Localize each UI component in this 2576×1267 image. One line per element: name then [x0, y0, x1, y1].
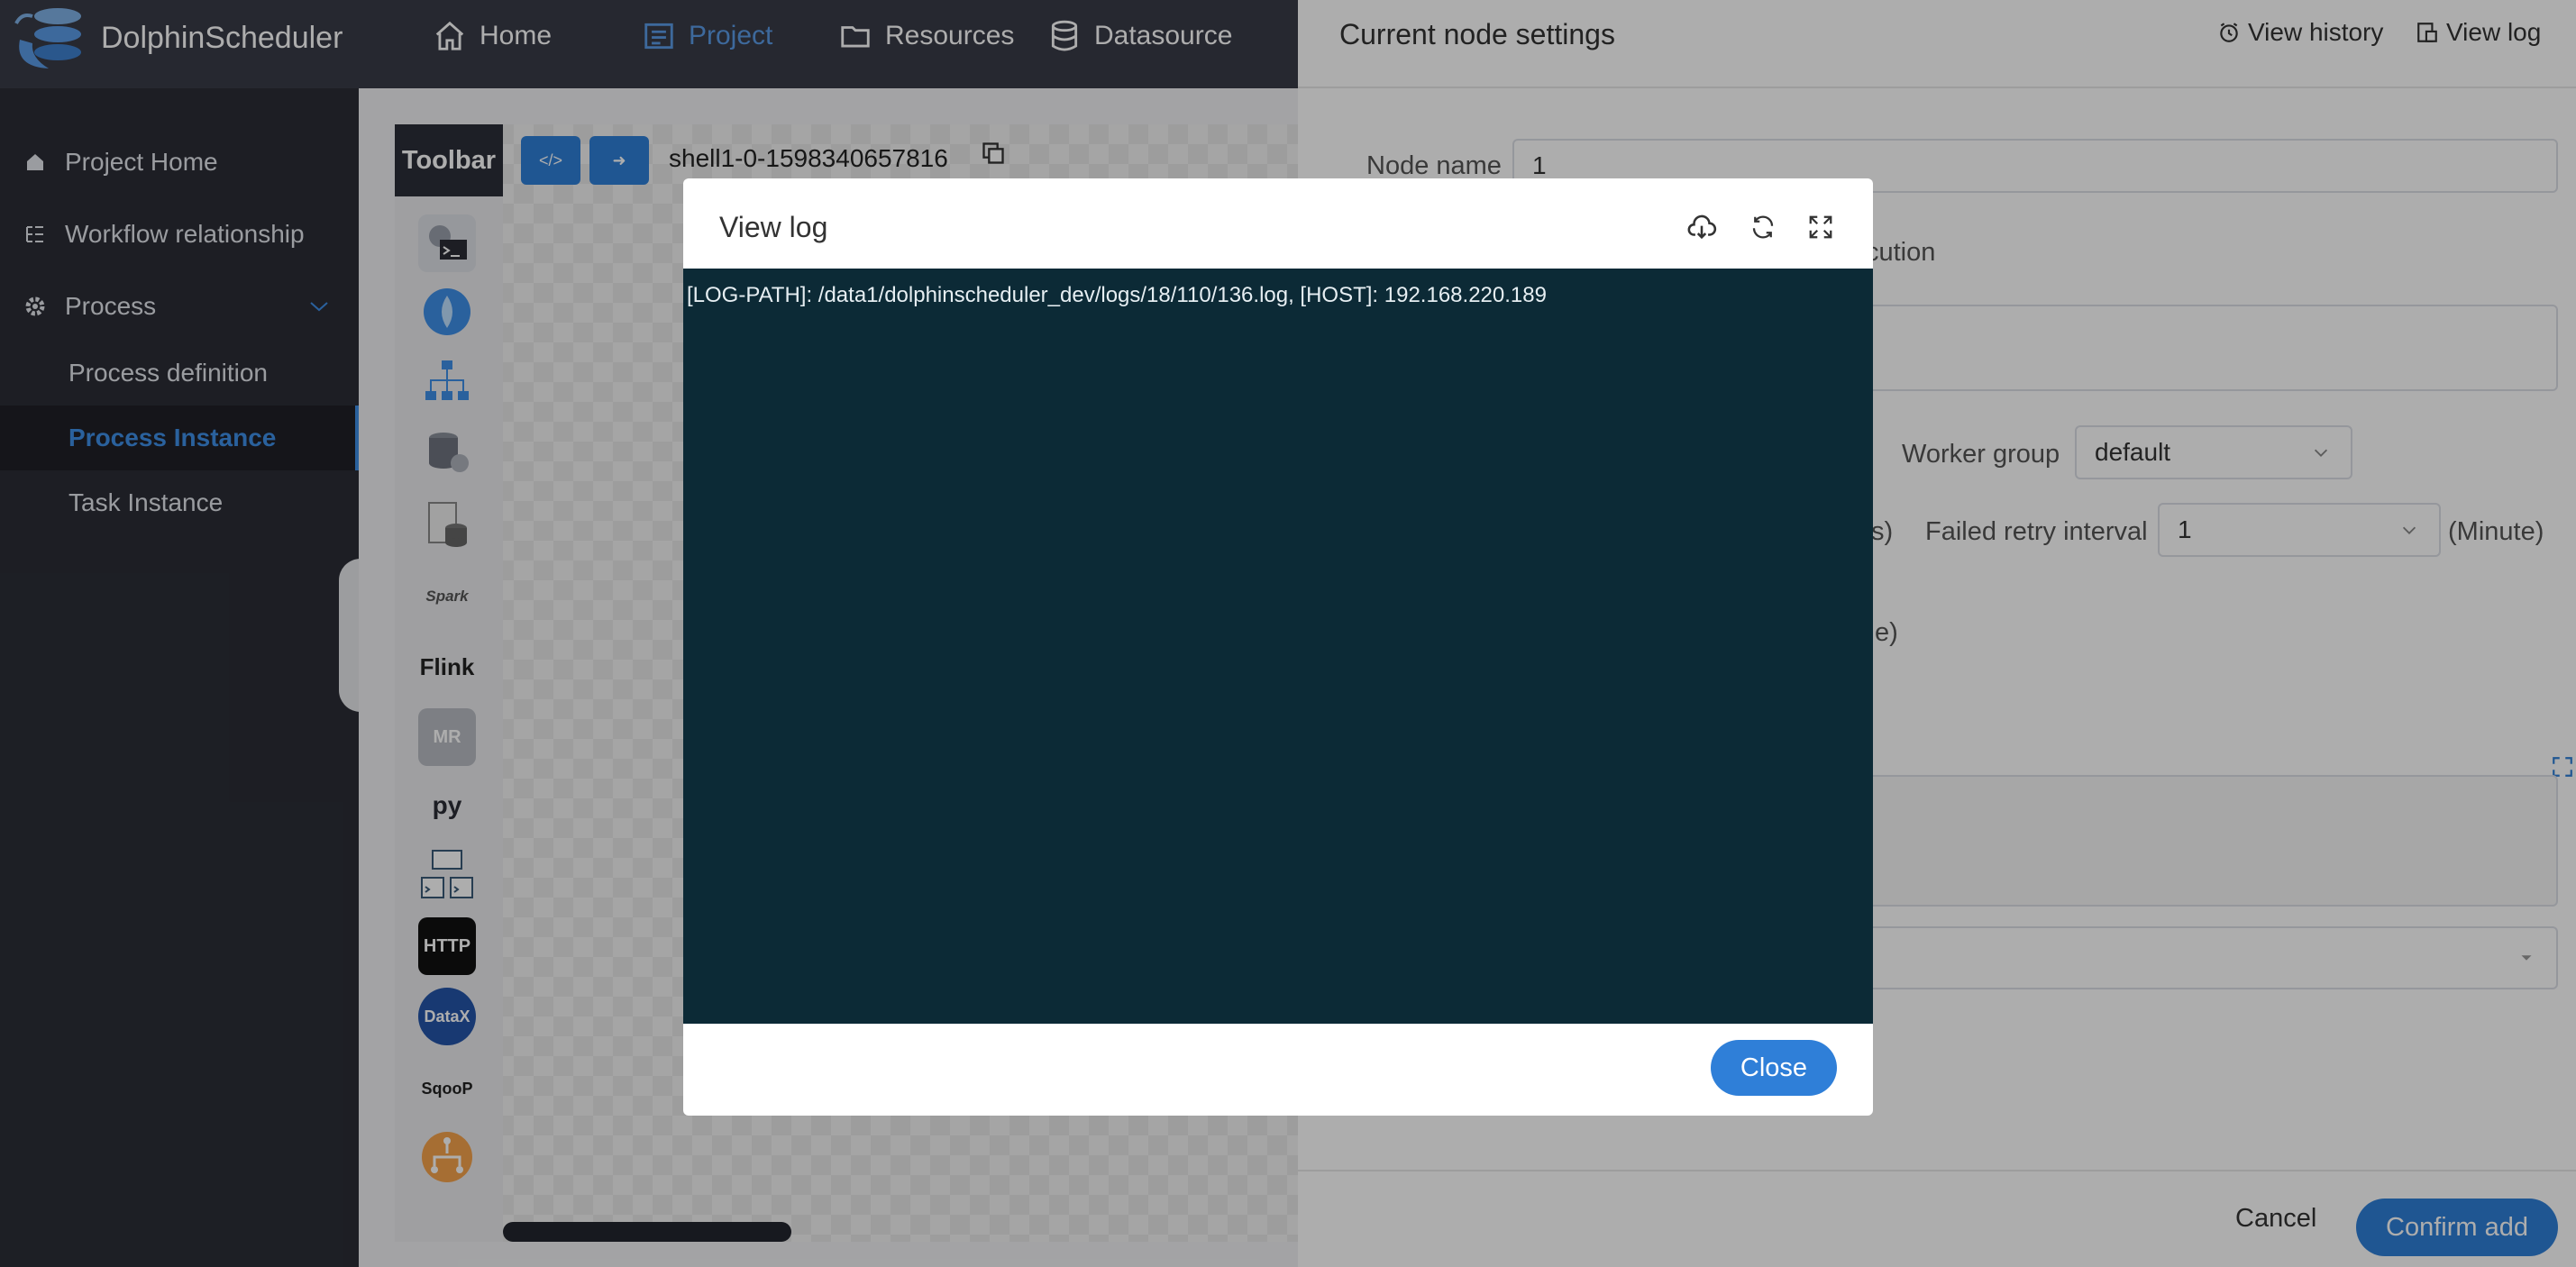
view-log-modal: View log [LOG-PATH]: /data1/dolphinsched…: [683, 178, 1873, 1116]
expand-icon: [1809, 215, 1832, 239]
modal-title: View log: [719, 211, 828, 243]
fullscreen-log-button[interactable]: [1803, 209, 1839, 245]
cloud-download-icon: [1687, 214, 1717, 240]
refresh-icon: [1752, 215, 1774, 239]
refresh-log-button[interactable]: [1745, 209, 1781, 245]
close-button[interactable]: Close: [1711, 1040, 1837, 1096]
log-content[interactable]: [LOG-PATH]: /data1/dolphinscheduler_dev/…: [683, 269, 1873, 1024]
download-log-button[interactable]: [1684, 209, 1720, 245]
log-line: [LOG-PATH]: /data1/dolphinscheduler_dev/…: [687, 283, 1547, 307]
